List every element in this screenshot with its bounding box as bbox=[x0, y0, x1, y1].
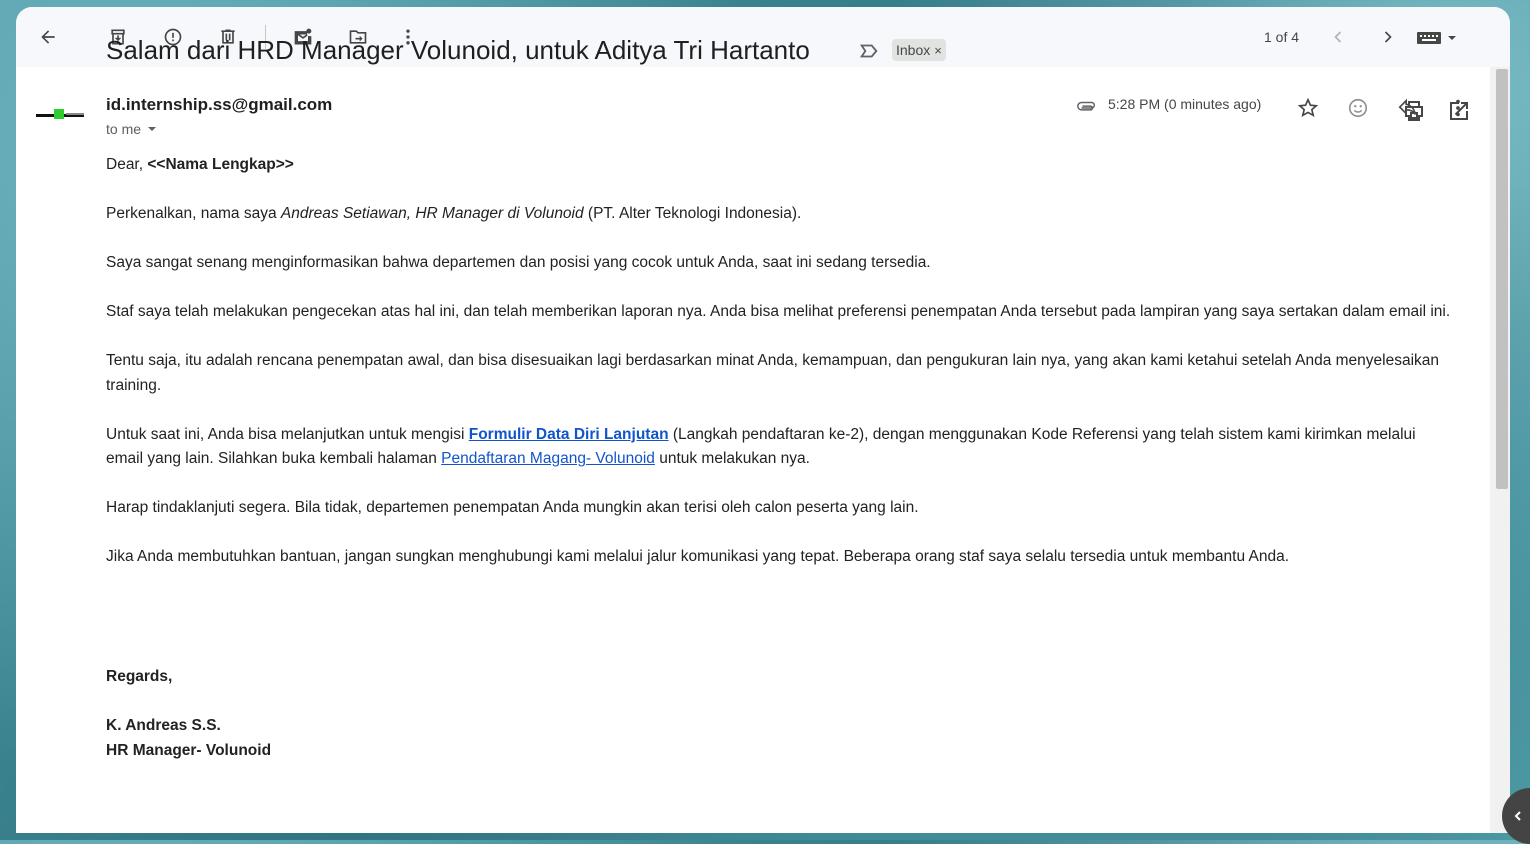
chevron-left-icon[interactable] bbox=[1318, 17, 1358, 57]
remove-label-icon[interactable]: × bbox=[934, 43, 942, 58]
paragraph-3: Staf saya telah melakukan pengecekan ata… bbox=[106, 303, 1451, 320]
pagination-count: 1 of 4 bbox=[1264, 29, 1300, 45]
greeting-prefix: Dear, bbox=[106, 156, 148, 173]
paragraph-5: Untuk saat ini, Anda bisa melanjutkan un… bbox=[106, 423, 1456, 472]
keyboard-icon bbox=[1417, 32, 1441, 44]
more-vert-icon[interactable] bbox=[1441, 91, 1475, 125]
intro-company: (PT. Alter Teknologi Indonesia). bbox=[583, 205, 802, 222]
p5-text-a: Untuk saat ini, Anda bisa melanjutkan un… bbox=[106, 425, 469, 443]
email-panel: 1 of 4 Salam dari HRD Manager Volunoid, … bbox=[16, 7, 1510, 833]
reply-icon[interactable] bbox=[1391, 91, 1425, 125]
registration-link[interactable]: Pendaftaran Magang- Volunoid bbox=[441, 450, 655, 467]
sender-email: id.internship.ss@gmail.com bbox=[106, 95, 333, 114]
email-body: Dear, <<Nama Lengkap>> Perkenalkan, nama… bbox=[106, 153, 1456, 594]
caret-down-icon bbox=[148, 127, 157, 131]
caret-down-icon bbox=[1448, 36, 1456, 40]
signature: Regards, K. Andreas S.S. HR Manager- Vol… bbox=[106, 665, 271, 763]
form-link[interactable]: Formulir Data Diri Lanjutan bbox=[469, 426, 669, 443]
chevron-left-icon bbox=[1514, 811, 1521, 821]
paragraph-4: Tentu saja, itu adalah rencana penempata… bbox=[106, 352, 1440, 394]
paragraph-7: Jika Anda membutuhkan bantuan, jangan su… bbox=[106, 548, 1290, 565]
attachment-icon bbox=[1077, 101, 1095, 111]
greeting: Dear, <<Nama Lengkap>> bbox=[106, 153, 1456, 178]
signature-title: HR Manager- Volunoid bbox=[106, 741, 272, 759]
greeting-name: <<Nama Lengkap>> bbox=[147, 156, 294, 173]
star-icon[interactable] bbox=[1291, 91, 1325, 125]
email-subject: Salam dari HRD Manager Volunoid, untuk A… bbox=[106, 35, 810, 65]
signature-spacer bbox=[106, 690, 271, 715]
recipient-text: to me bbox=[106, 121, 142, 137]
email-timestamp: 5:28 PM (0 minutes ago) bbox=[1108, 96, 1262, 112]
scrollbar-thumb[interactable] bbox=[1496, 69, 1508, 489]
signature-regards: Regards, bbox=[106, 668, 173, 685]
intro-italic: Andreas Setiawan, HR Manager di Volunoid bbox=[280, 205, 584, 222]
signature-name: K. Andreas S.S. bbox=[106, 717, 221, 734]
paragraph-6: Harap tindaklanjuti segera. Bila tidak, … bbox=[106, 499, 919, 516]
chevron-right-icon[interactable] bbox=[1368, 17, 1408, 57]
paragraph-2: Saya sangat senang menginformasikan bahw… bbox=[106, 254, 931, 271]
emoji-reaction-icon[interactable] bbox=[1341, 91, 1375, 125]
p5-text-c: untuk melakukan nya. bbox=[654, 450, 810, 467]
back-arrow-icon[interactable] bbox=[28, 17, 68, 57]
intro-text: Perkenalkan, nama saya bbox=[106, 205, 281, 222]
importance-marker-icon[interactable] bbox=[858, 40, 880, 62]
sender-avatar bbox=[36, 109, 84, 119]
label-text: Inbox bbox=[896, 42, 931, 58]
paragraph-intro: Perkenalkan, nama saya Andreas Setiawan,… bbox=[106, 202, 1456, 227]
inbox-label-chip: Inbox × bbox=[892, 39, 946, 61]
recipient-details-toggle[interactable]: to me bbox=[106, 121, 157, 137]
input-tools-button[interactable] bbox=[1416, 27, 1466, 49]
